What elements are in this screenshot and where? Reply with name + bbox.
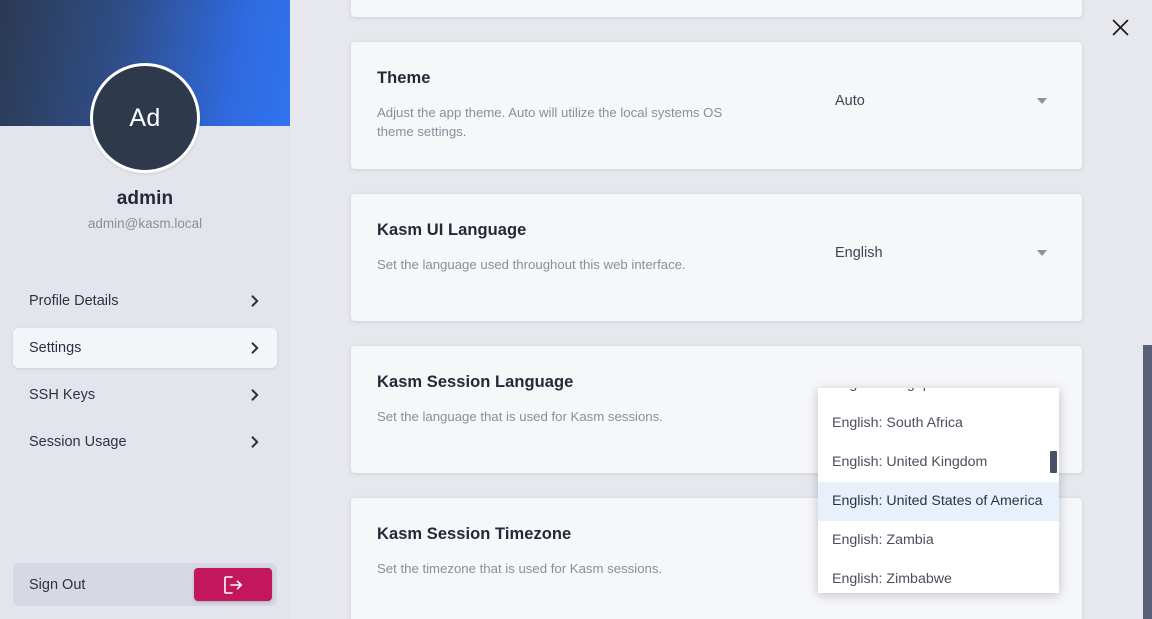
card-text: Kasm Session Language Set the language t…	[377, 372, 807, 426]
settings-card-ui-language: Kasm UI Language Set the language used t…	[351, 194, 1082, 321]
sidebar-item-label: Profile Details	[29, 293, 118, 309]
page-scrollbar-thumb[interactable]	[1143, 345, 1152, 619]
avatar: Ad	[90, 63, 200, 173]
card-title: Kasm Session Language	[377, 372, 807, 393]
profile-name: admin	[0, 188, 290, 210]
card-title: Kasm UI Language	[377, 220, 807, 241]
close-icon	[1112, 19, 1129, 36]
card-description: Set the language used throughout this we…	[377, 255, 727, 275]
chevron-right-icon	[249, 436, 261, 448]
card-description: Adjust the app theme. Auto will utilize …	[377, 103, 727, 143]
logout-icon	[222, 575, 244, 595]
sidebar-item-label: Settings	[29, 340, 81, 356]
sidebar: Ad admin admin@kasm.local Profile Detail…	[0, 0, 290, 619]
card-control: Auto	[835, 86, 1057, 116]
card-title: Kasm Session Timezone	[377, 524, 807, 545]
session-language-dropdown[interactable]: English: Singapore English: South Africa…	[818, 388, 1059, 593]
theme-select-value: Auto	[835, 93, 865, 109]
card-title: Theme	[377, 68, 807, 89]
card-control: English	[835, 238, 1057, 268]
profile-email: admin@kasm.local	[0, 216, 290, 231]
theme-select[interactable]: Auto	[835, 86, 1057, 116]
dropdown-option[interactable]: English: South Africa	[818, 404, 1059, 443]
profile-block: admin admin@kasm.local	[0, 188, 290, 231]
page-scrollbar[interactable]	[1140, 0, 1152, 619]
card-description: Set the language that is used for Kasm s…	[377, 407, 727, 427]
close-button[interactable]	[1105, 12, 1135, 42]
dropdown-scrollbar[interactable]	[1050, 388, 1057, 593]
signout-button[interactable]	[194, 568, 272, 601]
dropdown-option[interactable]: English: United Kingdom	[818, 443, 1059, 482]
dropdown-option[interactable]: English: Zambia	[818, 521, 1059, 560]
chevron-right-icon	[249, 389, 261, 401]
settings-card-partial	[351, 0, 1082, 17]
signout-bar: Sign Out	[13, 563, 277, 606]
card-text: Kasm Session Timezone Set the timezone t…	[377, 524, 807, 578]
card-description: Set the timezone that is used for Kasm s…	[377, 559, 727, 579]
dropdown-option[interactable]: English: Zimbabwe	[818, 560, 1059, 593]
dropdown-option[interactable]: English: Singapore	[818, 388, 1059, 404]
chevron-right-icon	[249, 295, 261, 307]
ui-language-select-value: English	[835, 245, 883, 261]
card-text: Kasm UI Language Set the language used t…	[377, 220, 807, 274]
sidebar-item-label: SSH Keys	[29, 387, 95, 403]
chevron-down-icon	[1037, 98, 1047, 104]
sidebar-item-profile-details[interactable]: Profile Details	[13, 281, 277, 321]
sidebar-item-settings[interactable]: Settings	[13, 328, 277, 368]
chevron-down-icon	[1037, 250, 1047, 256]
ui-language-select[interactable]: English	[835, 238, 1057, 268]
sidebar-spacer	[0, 469, 290, 563]
dropdown-option-list: English: Singapore English: South Africa…	[818, 388, 1059, 593]
signout-label: Sign Out	[29, 577, 85, 593]
sidebar-nav: Profile Details Settings SSH Keys Sessio…	[0, 281, 290, 469]
dropdown-scrollbar-thumb[interactable]	[1050, 451, 1057, 473]
dropdown-option-selected[interactable]: English: United States of America	[818, 482, 1059, 521]
sidebar-item-ssh-keys[interactable]: SSH Keys	[13, 375, 277, 415]
sidebar-banner: Ad	[0, 0, 290, 126]
sidebar-item-session-usage[interactable]: Session Usage	[13, 422, 277, 462]
settings-card-theme: Theme Adjust the app theme. Auto will ut…	[351, 42, 1082, 169]
card-text: Theme Adjust the app theme. Auto will ut…	[377, 68, 807, 142]
sidebar-item-label: Session Usage	[29, 434, 127, 450]
avatar-initials: Ad	[93, 66, 197, 170]
chevron-right-icon	[249, 342, 261, 354]
